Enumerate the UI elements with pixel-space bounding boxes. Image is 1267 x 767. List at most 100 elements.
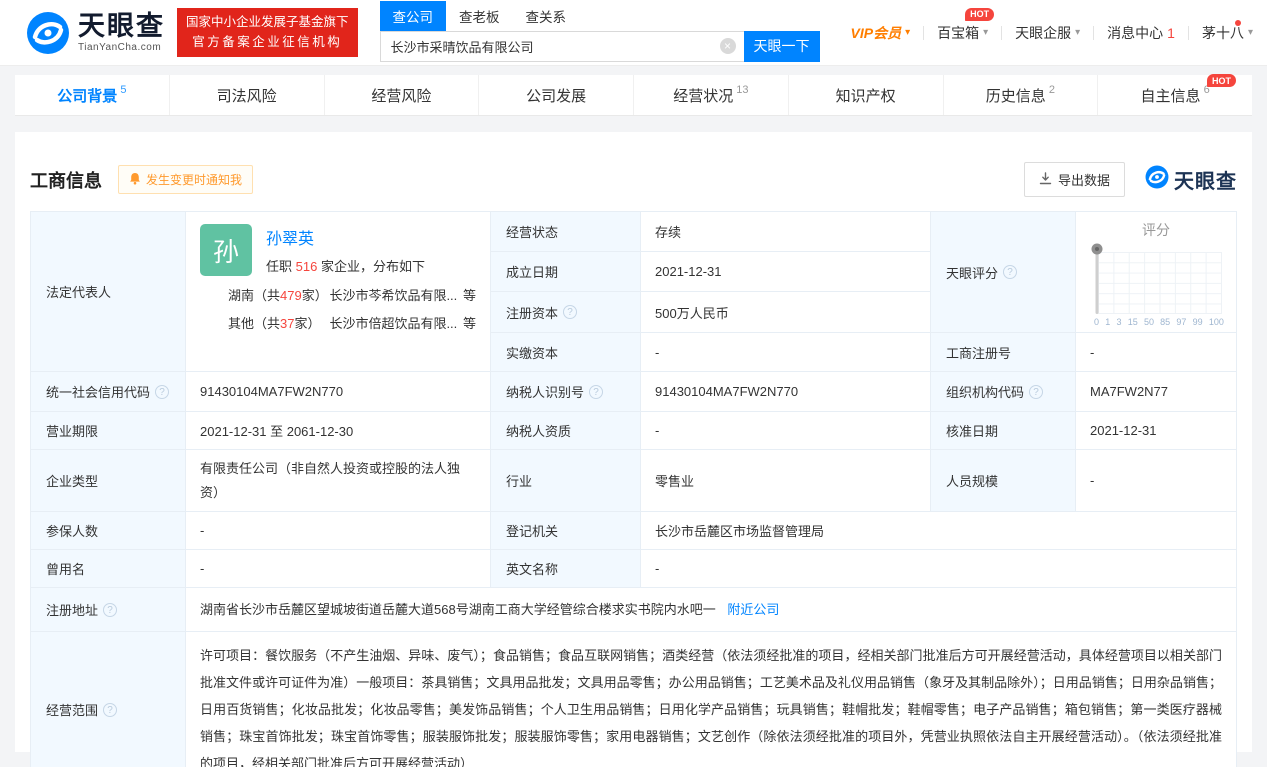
tianyancha-logo[interactable]: 天眼查 TianYanCha.com <box>26 11 165 55</box>
business-info-panel: 工商信息 发生变更时通知我 导出数据 天眼查 法定代表人 孙 孙翠英 任职 51… <box>15 132 1252 767</box>
tab-history-info[interactable]: 历史信息 2 <box>942 75 1098 115</box>
clear-icon[interactable]: × <box>719 37 736 54</box>
tab-intellectual-property[interactable]: 知识产权 <box>787 75 943 115</box>
gov-certification-badge: 国家中小企业发展子基金旗下 官方备案企业征信机构 <box>177 8 358 57</box>
nearby-companies-link[interactable]: 附近公司 <box>727 602 779 617</box>
field-label-insured-count: 参保人数 <box>31 512 186 550</box>
tianyancha-swirl-icon <box>1145 165 1169 194</box>
vip-menu[interactable]: VIP会员 ▾ <box>851 23 911 43</box>
field-value-registry-authority: 长沙市岳麓区市场监督管理局 <box>641 512 1237 550</box>
distribution-row: 湖南（共479家） 长沙市芩希饮品有限... 等 <box>200 285 476 304</box>
field-label-company-type: 企业类型 <box>31 450 186 512</box>
field-value-business-term: 2021-12-31 至 2061-12-30 <box>186 412 491 450</box>
tab-judicial-risk[interactable]: 司法风险 <box>168 75 324 115</box>
field-value-taxpayer-quality: - <box>641 412 931 450</box>
tianyan-score-chart[interactable]: 评分 0 1 3 15 50 85 97 99 100 <box>1076 212 1237 333</box>
hot-badge: HOT <box>1207 74 1236 87</box>
divider <box>923 25 925 40</box>
related-company-link[interactable]: 长沙市倍超饮品有限... <box>329 313 463 332</box>
help-icon[interactable]: ? <box>103 602 118 617</box>
message-center-menu[interactable]: 消息中心 1 <box>1107 23 1175 43</box>
bell-icon <box>129 172 141 188</box>
toolbox-menu[interactable]: HOT 百宝箱 ▾ <box>937 7 995 43</box>
field-label-org-code: 组织机构代码 ? <box>931 372 1076 412</box>
field-label-registered-capital: 注册资本 ? <box>491 292 641 333</box>
field-value-industry: 零售业 <box>641 450 931 512</box>
field-label-approval-date: 核准日期 <box>931 412 1076 450</box>
field-label-credit-code: 统一社会信用代码 ? <box>31 372 186 412</box>
field-label-paid-in-capital: 实缴资本 <box>491 333 641 372</box>
field-label-business-term: 营业期限 <box>31 412 186 450</box>
export-data-button[interactable]: 导出数据 <box>1023 162 1125 197</box>
field-label-legal-representative: 法定代表人 <box>31 212 186 372</box>
score-axis-ticks: 0 1 3 15 50 85 97 99 100 <box>1094 317 1224 327</box>
brand-domain: TianYanCha.com <box>78 41 162 53</box>
field-label-registry-authority: 登记机关 <box>491 512 641 550</box>
download-icon <box>1039 171 1052 188</box>
field-value-english-name: - <box>641 550 1237 588</box>
tab-company-background[interactable]: 公司背景 5 <box>15 75 169 115</box>
search-input[interactable] <box>379 30 744 62</box>
chevron-down-icon: ▾ <box>1247 27 1253 38</box>
field-value-registered-address: 湖南省长沙市岳麓区望城坡街道岳麓大道568号湖南工商大学经管综合楼求实书院内水吧… <box>186 588 1237 632</box>
search-tab-company[interactable]: 查公司 <box>379 0 447 31</box>
top-menu: VIP会员 ▾ HOT 百宝箱 ▾ 天眼企服 ▾ 消息中心 1 茅十八 ▾ <box>851 7 1253 43</box>
field-label-industry: 行业 <box>491 450 641 512</box>
business-info-table: 法定代表人 孙 孙翠英 任职 516 家企业，分布如下 湖南（共479家） 长沙… <box>30 211 1237 767</box>
field-value-registered-capital: 500万人民币 <box>641 292 931 333</box>
tab-count: 2 <box>1048 84 1055 96</box>
legal-rep-name-link[interactable]: 孙翠英 <box>266 225 425 249</box>
field-label-establish-date: 成立日期 <box>491 252 641 292</box>
field-value-org-code: MA7FW2N77 <box>1076 372 1237 412</box>
score-grid <box>1098 252 1222 314</box>
avatar[interactable]: 孙 <box>200 224 252 276</box>
help-icon[interactable]: ? <box>563 305 578 319</box>
tianyancha-watermark-logo: 天眼查 <box>1145 165 1237 194</box>
tab-operating-status[interactable]: 经营状况 13 <box>633 75 788 115</box>
field-value-insured-count: - <box>186 512 491 550</box>
tab-company-development[interactable]: 公司发展 <box>478 75 633 115</box>
help-icon[interactable]: ? <box>1003 265 1018 279</box>
field-value-approval-date: 2021-12-31 <box>1076 412 1237 450</box>
related-company-link[interactable]: 长沙市芩希饮品有限... <box>329 285 463 304</box>
top-header: 天眼查 TianYanCha.com 国家中小企业发展子基金旗下 官方备案企业征… <box>0 0 1267 66</box>
search-button[interactable]: 天眼一下 <box>743 30 820 62</box>
field-value-taxpayer-id: 91430104MA7FW2N770 <box>641 372 931 412</box>
distribution-row: 其他（共37家） 长沙市倍超饮品有限... 等 <box>200 313 476 332</box>
tab-count: 13 <box>736 84 749 96</box>
divider <box>1001 25 1003 40</box>
tab-self-published-info[interactable]: 自主信息 6 HOT <box>1097 74 1252 115</box>
field-value-registration-number: - <box>1076 333 1237 372</box>
field-label-english-name: 英文名称 <box>491 550 641 588</box>
field-value-credit-code: 91430104MA7FW2N770 <box>186 372 491 412</box>
legal-representative-cell: 孙 孙翠英 任职 516 家企业，分布如下 湖南（共479家） 长沙市芩希饮品有… <box>186 212 491 372</box>
field-label-operating-status: 经营状态 <box>491 212 641 252</box>
field-value-former-name: - <box>186 550 491 588</box>
field-value-establish-date: 2021-12-31 <box>641 252 931 292</box>
field-value-operating-status: 存续 <box>641 212 931 252</box>
brand-name: 天眼查 <box>78 10 165 41</box>
field-value-staff-size: - <box>1076 450 1237 512</box>
field-label-registration-number: 工商注册号 <box>931 333 1076 372</box>
chevron-down-icon: ▾ <box>983 27 989 38</box>
field-value-paid-in-capital: - <box>641 333 931 372</box>
field-label-former-name: 曾用名 <box>31 550 186 588</box>
help-icon[interactable]: ? <box>155 384 170 399</box>
enterprise-service-menu[interactable]: 天眼企服 ▾ <box>1015 23 1080 43</box>
field-label-registered-address: 注册地址 ? <box>31 588 186 632</box>
search-tabs: 查公司 查老板 查关系 <box>379 0 820 31</box>
field-label-taxpayer-quality: 纳税人资质 <box>491 412 641 450</box>
divider <box>1187 25 1189 40</box>
search-tab-boss[interactable]: 查老板 <box>446 1 513 31</box>
company-nav-tabs: 公司背景 5 司法风险 经营风险 公司发展 经营状况 13 知识产权 历史信息 … <box>15 74 1252 116</box>
help-icon[interactable]: ? <box>589 384 604 399</box>
notify-on-change-button[interactable]: 发生变更时通知我 <box>118 165 254 194</box>
field-value-company-type: 有限责任公司（非自然人投资或控股的法人独资） <box>186 450 491 512</box>
help-icon[interactable]: ? <box>1029 384 1044 399</box>
field-label-staff-size: 人员规模 <box>931 450 1076 512</box>
message-count-badge: 1 <box>1167 24 1175 41</box>
user-menu[interactable]: 茅十八 ▾ <box>1202 19 1253 43</box>
help-icon[interactable]: ? <box>103 702 118 717</box>
search-tab-relation[interactable]: 查关系 <box>513 1 580 31</box>
tab-operating-risk[interactable]: 经营风险 <box>323 75 479 115</box>
